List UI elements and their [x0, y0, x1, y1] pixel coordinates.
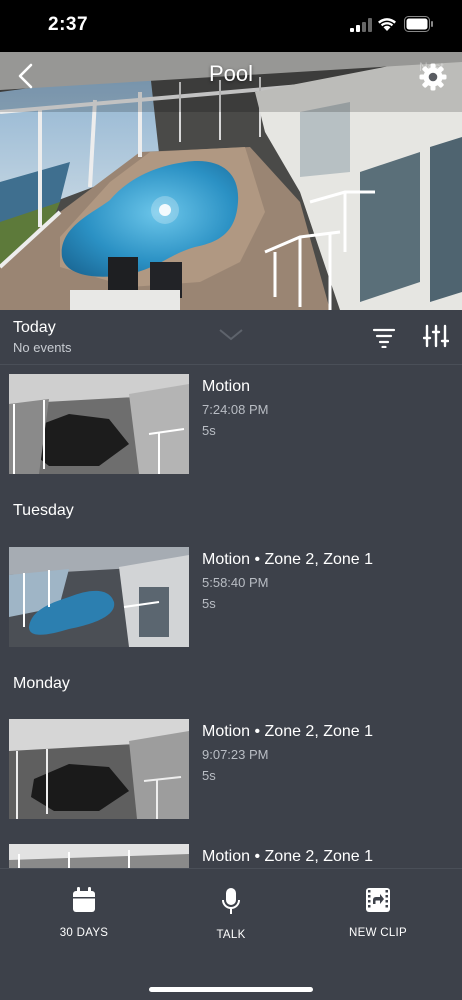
talk-button[interactable]: TALK	[171, 887, 291, 957]
event-title: Motion • Zone 2, Zone 1	[202, 848, 374, 865]
calendar-icon	[73, 887, 95, 912]
thirty-days-label: 30 DAYS	[59, 927, 109, 939]
event-title: Motion	[202, 378, 251, 395]
bottom-toolbar: 30 DAYS TALK NEW CLIP	[0, 868, 462, 1000]
event-title: Motion • Zone 2, Zone 1	[202, 723, 374, 740]
event-thumbnail	[9, 547, 189, 647]
today-subtitle: No events	[13, 340, 72, 355]
event-thumbnail	[9, 719, 189, 819]
pool-camera-image	[0, 52, 462, 310]
event-duration: 5s	[202, 596, 216, 611]
new-clip-label: NEW CLIP	[349, 927, 407, 939]
home-indicator[interactable]	[149, 987, 313, 992]
event-time: 7:24:08 PM	[202, 402, 269, 417]
event-thumbnail	[9, 844, 189, 868]
camera-title: Pool	[208, 61, 254, 86]
status-bar: 2:37	[0, 0, 462, 52]
battery-icon	[404, 16, 433, 32]
event-item[interactable]: Motion • Zone 2, Zone 1 9:07:23 PM 5s	[0, 719, 462, 821]
status-time: 2:37	[48, 14, 89, 35]
camera-live-view[interactable]: Pool Nest	[0, 52, 462, 310]
event-thumbnail	[9, 374, 189, 474]
event-title: Motion • Zone 2, Zone 1	[202, 551, 374, 568]
event-item[interactable]: Motion 7:24:08 PM 5s	[0, 374, 462, 476]
cellular-signal-icon	[350, 18, 372, 32]
gear-icon[interactable]	[418, 62, 448, 92]
day-header-monday: Monday	[13, 675, 70, 692]
event-duration: 5s	[202, 423, 216, 438]
film-clip-icon	[366, 888, 390, 912]
sliders-icon[interactable]	[423, 323, 449, 349]
day-header-tuesday: Tuesday	[13, 502, 74, 519]
event-duration: 5s	[202, 768, 216, 783]
new-clip-button[interactable]: NEW CLIP	[318, 887, 438, 957]
filter-icon[interactable]	[372, 326, 396, 348]
event-item[interactable]: Motion • Zone 2, Zone 1	[0, 844, 462, 868]
thirty-days-button[interactable]: 30 DAYS	[24, 887, 144, 957]
today-title: Today	[13, 319, 56, 336]
talk-label: TALK	[216, 929, 246, 941]
event-time: 9:07:23 PM	[202, 747, 269, 762]
wifi-icon	[378, 18, 396, 31]
event-time: 5:58:40 PM	[202, 575, 269, 590]
microphone-icon	[222, 888, 240, 914]
chevron-down-icon[interactable]	[218, 328, 244, 342]
today-section-header: Today No events	[0, 310, 462, 365]
event-item[interactable]: Motion • Zone 2, Zone 1 5:58:40 PM 5s	[0, 547, 462, 649]
